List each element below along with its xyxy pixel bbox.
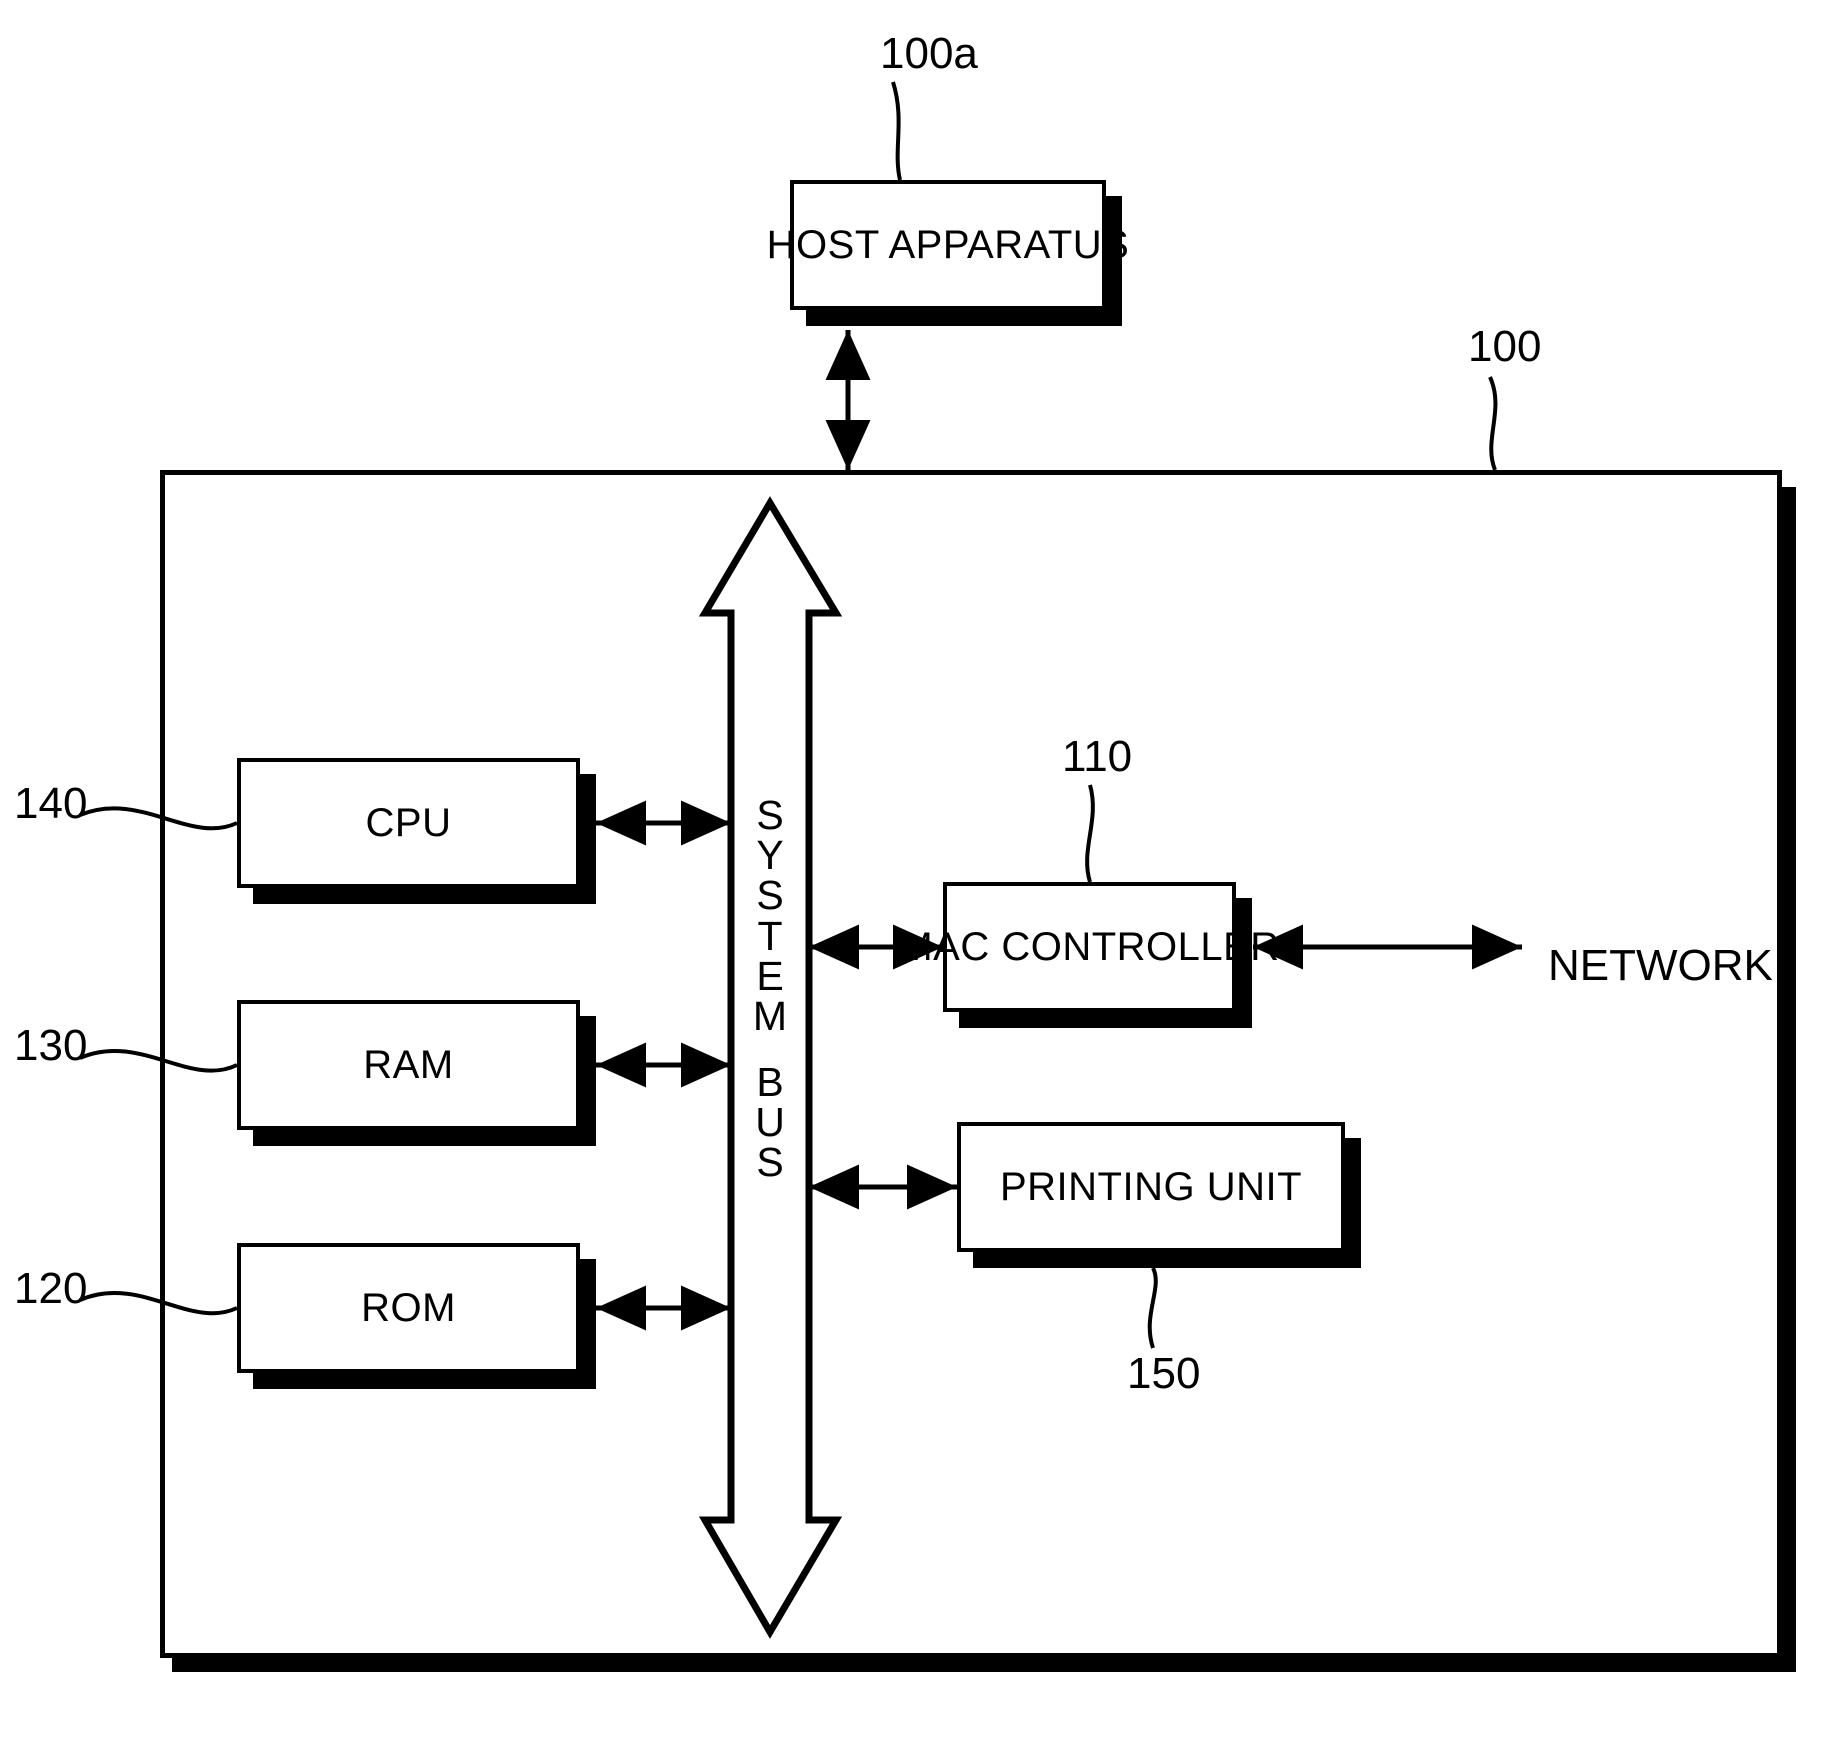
- printing-unit-label: PRINTING UNIT: [999, 1165, 1303, 1209]
- bus-letter: U: [755, 1099, 785, 1146]
- leader-line-100: [1488, 376, 1498, 471]
- bus-letter: Y: [756, 832, 784, 879]
- system-bus-label: S Y S T E M B U S: [748, 792, 792, 1186]
- ref-numeral-100: 100: [1468, 322, 1542, 371]
- cpu-label: CPU: [365, 801, 452, 845]
- host-apparatus-block[interactable]: HOST APPARATUS: [767, 180, 1129, 310]
- leader-line-100a: [891, 81, 902, 181]
- bus-letter: T: [757, 912, 783, 959]
- mac-controller-label: MAC CONTROLLER: [899, 925, 1280, 969]
- host-apparatus-label: HOST APPARATUS: [766, 223, 1130, 267]
- ref-numeral-120: 120: [14, 1264, 88, 1313]
- rom-label: ROM: [361, 1286, 456, 1330]
- mac-controller-block[interactable]: MAC CONTROLLER: [899, 882, 1279, 1012]
- printing-unit-block[interactable]: PRINTING UNIT: [957, 1122, 1345, 1252]
- ref-numeral-100a: 100a: [880, 29, 978, 78]
- system-box-shadow-bottom: [172, 1658, 1796, 1672]
- bus-letter: B: [756, 1059, 784, 1106]
- ram-block[interactable]: RAM: [237, 1000, 580, 1130]
- ref-numeral-110: 110: [1062, 732, 1133, 781]
- rom-block[interactable]: ROM: [237, 1243, 580, 1373]
- bus-letter: S: [756, 872, 784, 919]
- bus-letter: S: [756, 1139, 784, 1186]
- cpu-block[interactable]: CPU: [237, 758, 580, 888]
- ref-numeral-130: 130: [14, 1021, 88, 1070]
- bus-letter: E: [756, 952, 784, 999]
- ram-label: RAM: [363, 1043, 454, 1087]
- ref-numeral-140: 140: [14, 779, 88, 828]
- ref-numeral-150: 150: [1127, 1349, 1201, 1398]
- network-label: NETWORK: [1548, 941, 1773, 990]
- system-box-shadow: [1782, 487, 1796, 1672]
- patent-figure-canvas: HOST APPARATUS 100a 100 CPU 140 RAM 130 …: [0, 0, 1827, 1751]
- bus-letter: M: [752, 992, 788, 1039]
- bus-letter: S: [756, 792, 784, 838]
